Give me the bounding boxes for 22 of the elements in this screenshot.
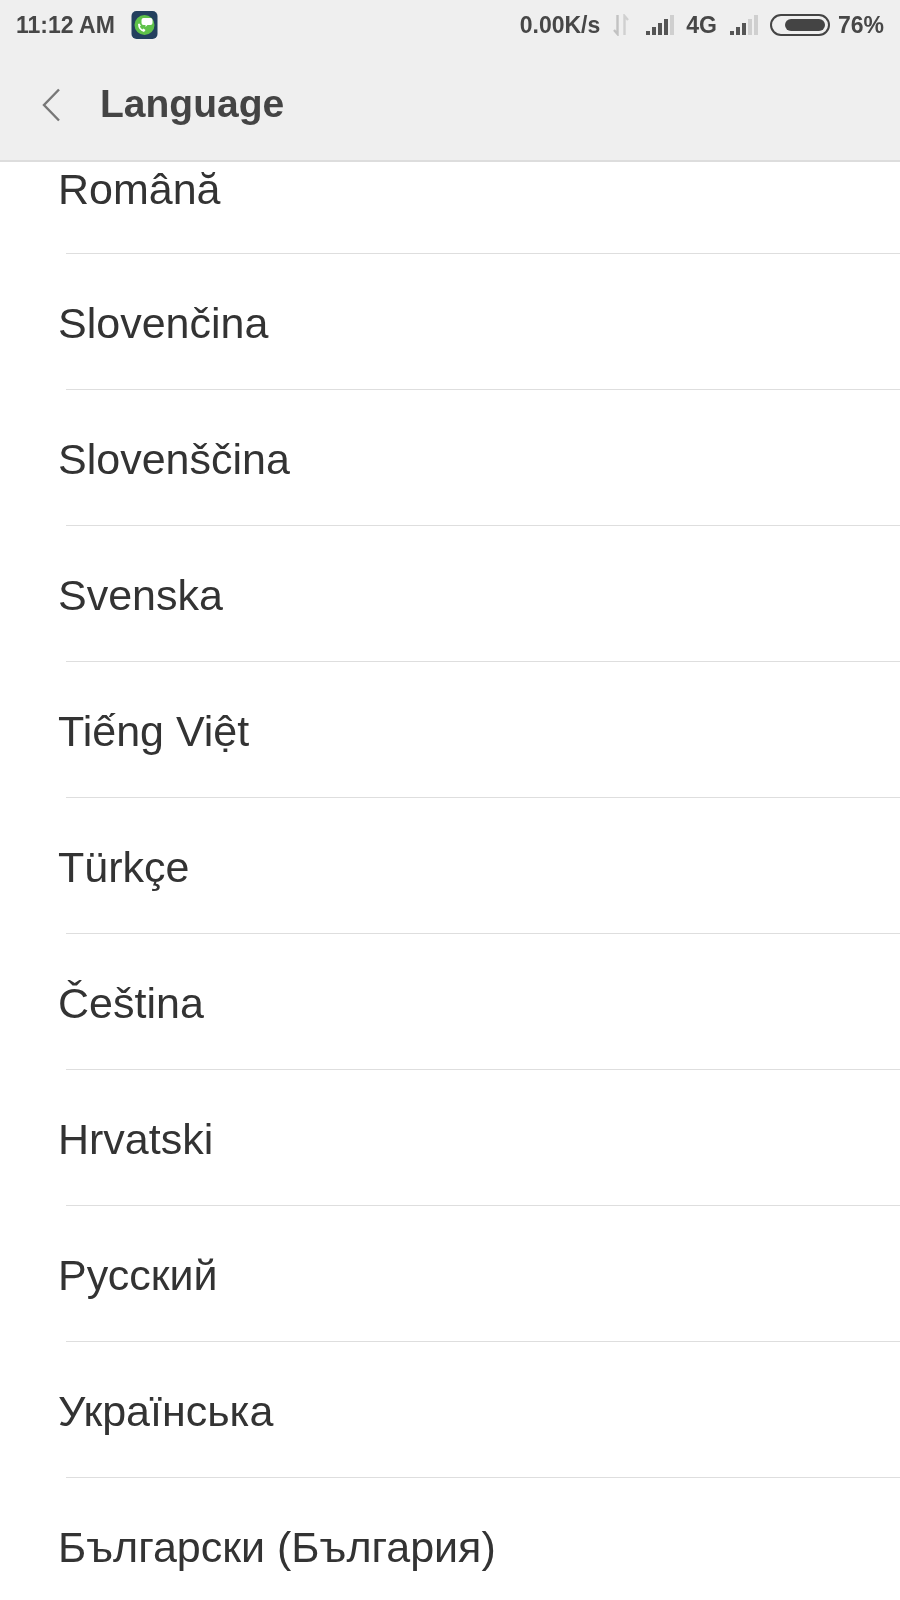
data-activity-icon: [613, 14, 630, 36]
network-speed-text: 0.00K/s: [519, 11, 601, 39]
chat-app-notification-icon: [130, 11, 158, 39]
battery-icon: [769, 14, 830, 36]
battery-percentage-text: 76%: [837, 11, 884, 39]
language-option[interactable]: Українська: [0, 1342, 900, 1477]
language-option[interactable]: Čeština: [0, 934, 900, 1069]
language-option[interactable]: Tiếng Việt: [0, 662, 900, 797]
language-option[interactable]: Hrvatski: [0, 1070, 900, 1205]
back-icon[interactable]: [42, 88, 61, 122]
language-option[interactable]: Русский: [0, 1206, 900, 1341]
language-option[interactable]: Slovenščina: [0, 390, 900, 525]
language-option[interactable]: Български (България): [0, 1478, 900, 1600]
cellular-signal-icon: [646, 15, 676, 35]
language-option[interactable]: Türkçe: [0, 798, 900, 933]
status-time: 11:12 AM: [16, 11, 115, 39]
language-option[interactable]: Slovenčina: [0, 254, 900, 389]
page-title: Language: [100, 82, 285, 126]
cellular-signal-icon: [729, 15, 759, 35]
language-option[interactable]: Română: [0, 162, 900, 253]
network-type-text: 4G: [686, 11, 717, 39]
language-option[interactable]: Svenska: [0, 526, 900, 661]
